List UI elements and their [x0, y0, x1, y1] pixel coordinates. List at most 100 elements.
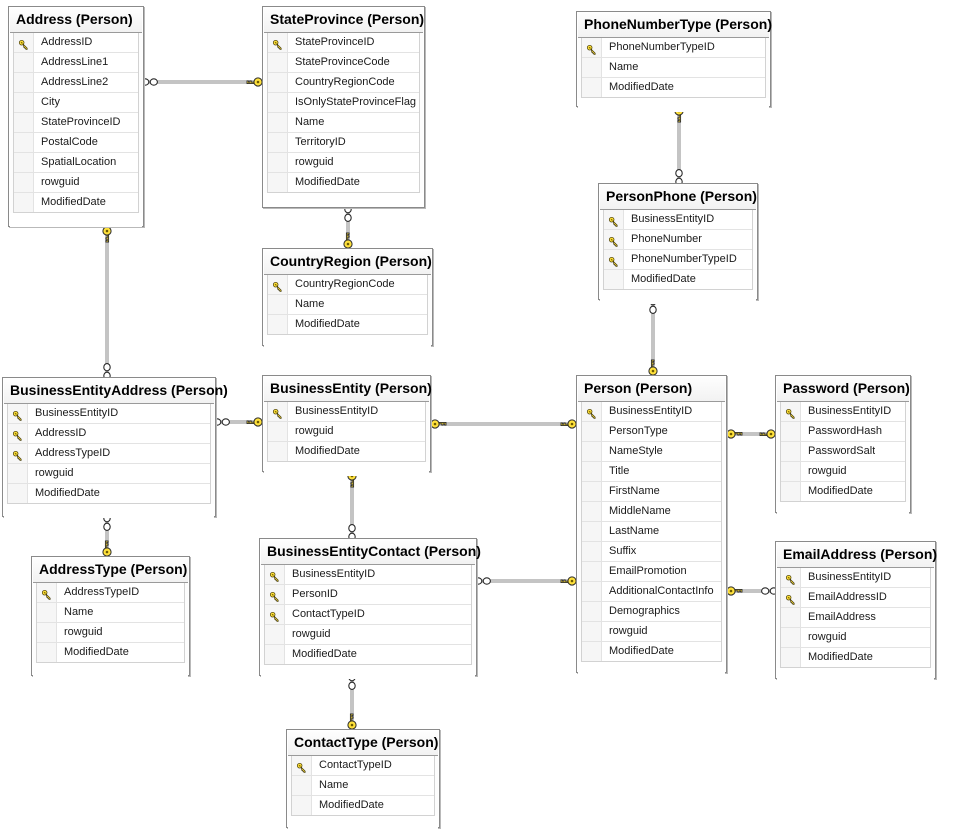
table-column-row[interactable]: rowguid — [781, 628, 930, 648]
table-column-row[interactable]: ModifiedDate — [582, 642, 721, 661]
table-column-row[interactable]: ModifiedDate — [781, 482, 905, 501]
table-column-row[interactable]: IsOnlyStateProvinceFlag — [268, 93, 419, 113]
table-column-row[interactable]: Name — [37, 603, 184, 623]
table-column-row[interactable]: FirstName — [582, 482, 721, 502]
table-column-row[interactable]: Suffix — [582, 542, 721, 562]
table-column-row[interactable]: ContactTypeID — [292, 756, 434, 776]
table-column-row[interactable]: EmailAddressID — [781, 588, 930, 608]
table-phonenumbertype[interactable]: PhoneNumberType (Person) PhoneNumberTypeI… — [576, 11, 772, 112]
key-icon — [785, 572, 796, 585]
table-countryregion[interactable]: CountryRegion (Person) CountryRegionCode N… — [262, 248, 433, 349]
table-addresstype[interactable]: AddressType (Person) AddressTypeID Name row… — [31, 556, 190, 677]
table-column-row[interactable]: AdditionalContactInfo — [582, 582, 721, 602]
table-person[interactable]: Person (Person) BusinessEntityID PersonTyp… — [576, 375, 727, 676]
table-password[interactable]: Password (Person) BusinessEntityID Passwor… — [775, 375, 911, 516]
table-column-row[interactable]: PostalCode — [14, 133, 138, 153]
column-list: CountryRegionCode Name ModifiedDate — [267, 275, 428, 335]
key-icon — [608, 214, 619, 227]
relationship-be-person[interactable] — [414, 406, 593, 442]
table-title: PhoneNumberType (Person) — [578, 13, 772, 38]
table-column-row[interactable]: rowguid — [268, 153, 419, 173]
table-column-row[interactable]: ModifiedDate — [781, 648, 930, 667]
table-businessentitycontact[interactable]: BusinessEntityContact (Person) BusinessEn… — [259, 538, 481, 679]
table-column-row[interactable]: EmailPromotion — [582, 562, 721, 582]
table-column-row[interactable]: BusinessEntityID — [604, 210, 752, 230]
table-column-row[interactable]: StateProvinceID — [14, 113, 138, 133]
table-column-row[interactable]: PersonID — [265, 585, 471, 605]
table-column-row[interactable]: BusinessEntityID — [268, 402, 425, 422]
table-column-row[interactable]: ModifiedDate — [14, 193, 138, 212]
table-column-row[interactable]: BusinessEntityID — [781, 568, 930, 588]
key-icon — [272, 406, 283, 419]
table-title: ContactType (Person) — [288, 731, 438, 756]
table-body: Password (Person) BusinessEntityID Passwor… — [776, 376, 910, 516]
table-column-row[interactable]: StateProvinceCode — [268, 53, 419, 73]
table-contacttype[interactable]: ContactType (Person) ContactTypeID Name Mod… — [286, 729, 440, 830]
table-column-row[interactable]: ModifiedDate — [268, 315, 427, 334]
table-column-row[interactable]: BusinessEntityID — [582, 402, 721, 422]
table-column-row[interactable]: CountryRegionCode — [268, 275, 427, 295]
column-gutter — [14, 53, 34, 72]
table-column-row[interactable]: City — [14, 93, 138, 113]
table-column-row[interactable]: StateProvinceID — [268, 33, 419, 53]
table-column-row[interactable]: ModifiedDate — [582, 78, 765, 97]
table-column-row[interactable]: rowguid — [781, 462, 905, 482]
table-column-row[interactable]: ModifiedDate — [8, 484, 210, 503]
table-address[interactable]: Address (Person) AddressID AddressLine1 Add… — [8, 6, 144, 227]
table-column-row[interactable]: rowguid — [265, 625, 471, 645]
table-column-row[interactable]: SpatialLocation — [14, 153, 138, 173]
table-column-row[interactable]: ModifiedDate — [604, 270, 752, 289]
table-column-row[interactable]: MiddleName — [582, 502, 721, 522]
table-column-row[interactable]: ModifiedDate — [37, 643, 184, 662]
table-column-row[interactable]: ContactTypeID — [265, 605, 471, 625]
table-column-row[interactable]: ModifiedDate — [268, 442, 425, 461]
table-column-row[interactable]: rowguid — [8, 464, 210, 484]
table-businessentityaddress[interactable]: BusinessEntityAddress (Person) BusinessEn… — [2, 377, 228, 518]
table-column-row[interactable]: BusinessEntityID — [781, 402, 905, 422]
table-body: BusinessEntityContact (Person) BusinessEn… — [260, 539, 481, 679]
table-column-row[interactable]: PersonType — [582, 422, 721, 442]
table-column-row[interactable]: Name — [292, 776, 434, 796]
table-businessentity[interactable]: BusinessEntity (Person) BusinessEntityID r… — [262, 375, 432, 476]
table-column-row[interactable]: AddressID — [8, 424, 210, 444]
table-column-row[interactable]: AddressLine2 — [14, 73, 138, 93]
table-column-row[interactable]: ModifiedDate — [268, 173, 419, 192]
relationship-addr-bea[interactable] — [89, 210, 125, 394]
table-column-row[interactable]: AddressTypeID — [8, 444, 210, 464]
table-column-row[interactable]: PhoneNumberTypeID — [604, 250, 752, 270]
table-column-row[interactable]: rowguid — [268, 422, 425, 442]
table-column-row[interactable]: TerritoryID — [268, 133, 419, 153]
table-column-row[interactable]: AddressID — [14, 33, 138, 53]
table-column-row[interactable]: BusinessEntityID — [8, 404, 210, 424]
column-list: BusinessEntityID PasswordHash PasswordSalt… — [780, 402, 906, 502]
table-column-row[interactable]: Demographics — [582, 602, 721, 622]
relationship-bec-person[interactable] — [460, 563, 593, 599]
table-column-row[interactable]: AddressTypeID — [37, 583, 184, 603]
table-column-row[interactable]: CountryRegionCode — [268, 73, 419, 93]
table-column-row[interactable]: ModifiedDate — [265, 645, 471, 664]
table-column-row[interactable]: ModifiedDate — [292, 796, 434, 815]
table-column-row[interactable]: Name — [268, 295, 427, 315]
table-column-row[interactable]: rowguid — [582, 622, 721, 642]
table-column-row[interactable]: NameStyle — [582, 442, 721, 462]
table-column-row[interactable]: EmailAddress — [781, 608, 930, 628]
table-column-row[interactable]: rowguid — [37, 623, 184, 643]
table-column-row[interactable]: PhoneNumberTypeID — [582, 38, 765, 58]
table-column-row[interactable]: Title — [582, 462, 721, 482]
table-column-row[interactable]: Name — [582, 58, 765, 78]
table-column-row[interactable]: rowguid — [14, 173, 138, 193]
table-column-row[interactable]: BusinessEntityID — [265, 565, 471, 585]
table-column-row[interactable]: LastName — [582, 522, 721, 542]
table-column-row[interactable]: Name — [268, 113, 419, 133]
table-emailaddress[interactable]: EmailAddress (Person) BusinessEntityID Ema… — [775, 541, 937, 682]
table-column-row[interactable]: PhoneNumber — [604, 230, 752, 250]
table-column-row[interactable]: PasswordHash — [781, 422, 905, 442]
table-stateprovince[interactable]: StateProvince (Person) StateProvinceID Sta… — [262, 6, 425, 208]
table-column-row[interactable]: AddressLine1 — [14, 53, 138, 73]
table-column-row[interactable]: PasswordSalt — [781, 442, 905, 462]
column-name: ModifiedDate — [41, 196, 106, 208]
table-personphone[interactable]: PersonPhone (Person) BusinessEntityID Phon… — [598, 183, 758, 304]
table-footer-pad — [578, 662, 725, 676]
relationship-addr-state[interactable] — [127, 64, 279, 100]
table-title: Person (Person) — [578, 377, 725, 402]
